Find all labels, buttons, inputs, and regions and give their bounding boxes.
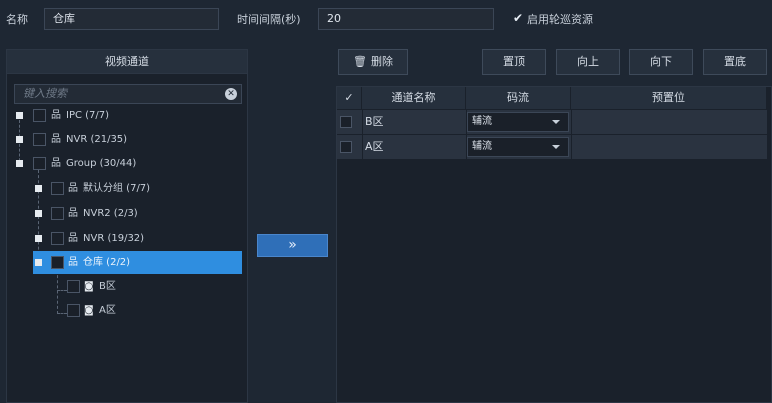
rotate-checkbox[interactable]: ✔ bbox=[512, 12, 524, 24]
tree-item-group[interactable]: 品 Group (30/44) bbox=[14, 154, 244, 174]
move-up-button[interactable]: 向上 bbox=[556, 49, 620, 75]
tree-item-nvr2[interactable]: 品 NVR2 (2/3) bbox=[33, 204, 244, 224]
tree-item-nvr-sub[interactable]: 品 NVR (19/32) bbox=[33, 229, 244, 249]
tree-item-label: NVR2 (2/3) bbox=[83, 208, 138, 219]
network-icon: 品 bbox=[68, 208, 78, 219]
tree-checkbox[interactable] bbox=[67, 280, 80, 293]
trash-icon: 🗑 bbox=[353, 55, 367, 68]
tree-item-label: B区 bbox=[99, 281, 116, 292]
chevron-down-icon bbox=[552, 145, 560, 149]
channel-panel-title: 视频通道 bbox=[7, 50, 247, 74]
column-divider bbox=[571, 110, 572, 159]
channel-name: B区 bbox=[365, 115, 384, 128]
tree-item-label: 默认分组 (7/7) bbox=[83, 183, 151, 194]
network-icon: 品 bbox=[51, 110, 61, 121]
network-icon: 品 bbox=[68, 257, 78, 268]
column-divider bbox=[362, 110, 363, 159]
clear-search-icon[interactable]: ✕ bbox=[225, 88, 237, 100]
tree-item-warehouse[interactable]: 品 仓库 (2/2) bbox=[33, 251, 242, 274]
collapse-icon[interactable] bbox=[35, 210, 42, 217]
tree-item-camera-b[interactable]: ◙ B区 bbox=[67, 277, 244, 297]
stream-value: 辅流 bbox=[472, 141, 492, 152]
tree-checkbox[interactable] bbox=[33, 109, 46, 122]
network-icon: 品 bbox=[68, 233, 78, 244]
move-down-button[interactable]: 向下 bbox=[629, 49, 693, 75]
tree-checkbox[interactable] bbox=[33, 133, 46, 146]
delete-button[interactable]: 🗑 删除 bbox=[338, 49, 408, 75]
name-input[interactable]: 仓库 bbox=[44, 8, 219, 30]
collapse-icon[interactable] bbox=[16, 112, 23, 119]
row-checkbox[interactable] bbox=[340, 116, 352, 128]
camera-icon: ◙ bbox=[84, 305, 94, 316]
tree-checkbox[interactable] bbox=[67, 304, 80, 317]
column-divider bbox=[466, 110, 467, 159]
preset-cell[interactable] bbox=[572, 135, 767, 159]
preset-cell[interactable] bbox=[572, 110, 767, 134]
tree-checkbox[interactable] bbox=[33, 157, 46, 170]
stream-value: 辅流 bbox=[472, 116, 492, 127]
collapse-icon[interactable] bbox=[35, 185, 42, 192]
interval-input[interactable]: 20 bbox=[318, 8, 494, 30]
stream-select[interactable]: 辅流 bbox=[467, 112, 569, 132]
tree-item-label: IPC (7/7) bbox=[66, 110, 110, 121]
network-icon: 品 bbox=[51, 134, 61, 145]
column-header-name: 通道名称 bbox=[362, 87, 466, 109]
delete-label: 删除 bbox=[370, 55, 393, 68]
stream-select[interactable]: 辅流 bbox=[467, 137, 569, 157]
search-input[interactable]: 键入搜索 bbox=[14, 84, 242, 104]
tree-line bbox=[57, 270, 58, 314]
channel-name: A区 bbox=[365, 140, 384, 153]
interval-label: 时间间隔(秒) bbox=[237, 13, 301, 26]
row-checkbox[interactable] bbox=[340, 141, 352, 153]
tree-line bbox=[57, 290, 67, 291]
column-header-preset: 预置位 bbox=[571, 87, 767, 109]
tree-item-nvr[interactable]: 品 NVR (21/35) bbox=[14, 130, 244, 150]
network-icon: 品 bbox=[68, 183, 78, 194]
collapse-icon[interactable] bbox=[16, 136, 23, 143]
tree-checkbox[interactable] bbox=[51, 207, 64, 220]
rotate-label: 启用轮巡资源 bbox=[527, 13, 593, 26]
name-label: 名称 bbox=[6, 13, 28, 26]
collapse-icon[interactable] bbox=[35, 235, 42, 242]
chevron-down-icon bbox=[552, 120, 560, 124]
move-bottom-button[interactable]: 置底 bbox=[703, 49, 767, 75]
tree-item-label: A区 bbox=[99, 305, 116, 316]
tree-checkbox[interactable] bbox=[51, 256, 64, 269]
tree-item-label: NVR (19/32) bbox=[83, 233, 145, 244]
tree-item-default-group[interactable]: 品 默认分组 (7/7) bbox=[33, 179, 244, 199]
move-top-button[interactable]: 置顶 bbox=[482, 49, 546, 75]
tree-checkbox[interactable] bbox=[51, 232, 64, 245]
transfer-button[interactable]: » bbox=[257, 234, 328, 257]
tree-item-ipc[interactable]: 品 IPC (7/7) bbox=[14, 106, 244, 126]
tree-item-label: 仓库 (2/2) bbox=[83, 257, 131, 268]
tree-item-camera-a[interactable]: ◙ A区 bbox=[67, 301, 244, 321]
tree-line bbox=[57, 313, 67, 314]
tree-item-label: Group (30/44) bbox=[66, 158, 137, 169]
network-icon: 品 bbox=[51, 158, 61, 169]
camera-icon: ◙ bbox=[84, 281, 94, 292]
select-all-header[interactable]: ✓ bbox=[337, 87, 362, 109]
column-header-stream: 码流 bbox=[466, 87, 571, 109]
collapse-icon[interactable] bbox=[16, 160, 23, 167]
tree-checkbox[interactable] bbox=[51, 182, 64, 195]
collapse-icon[interactable] bbox=[35, 259, 42, 266]
tree-item-label: NVR (21/35) bbox=[66, 134, 128, 145]
